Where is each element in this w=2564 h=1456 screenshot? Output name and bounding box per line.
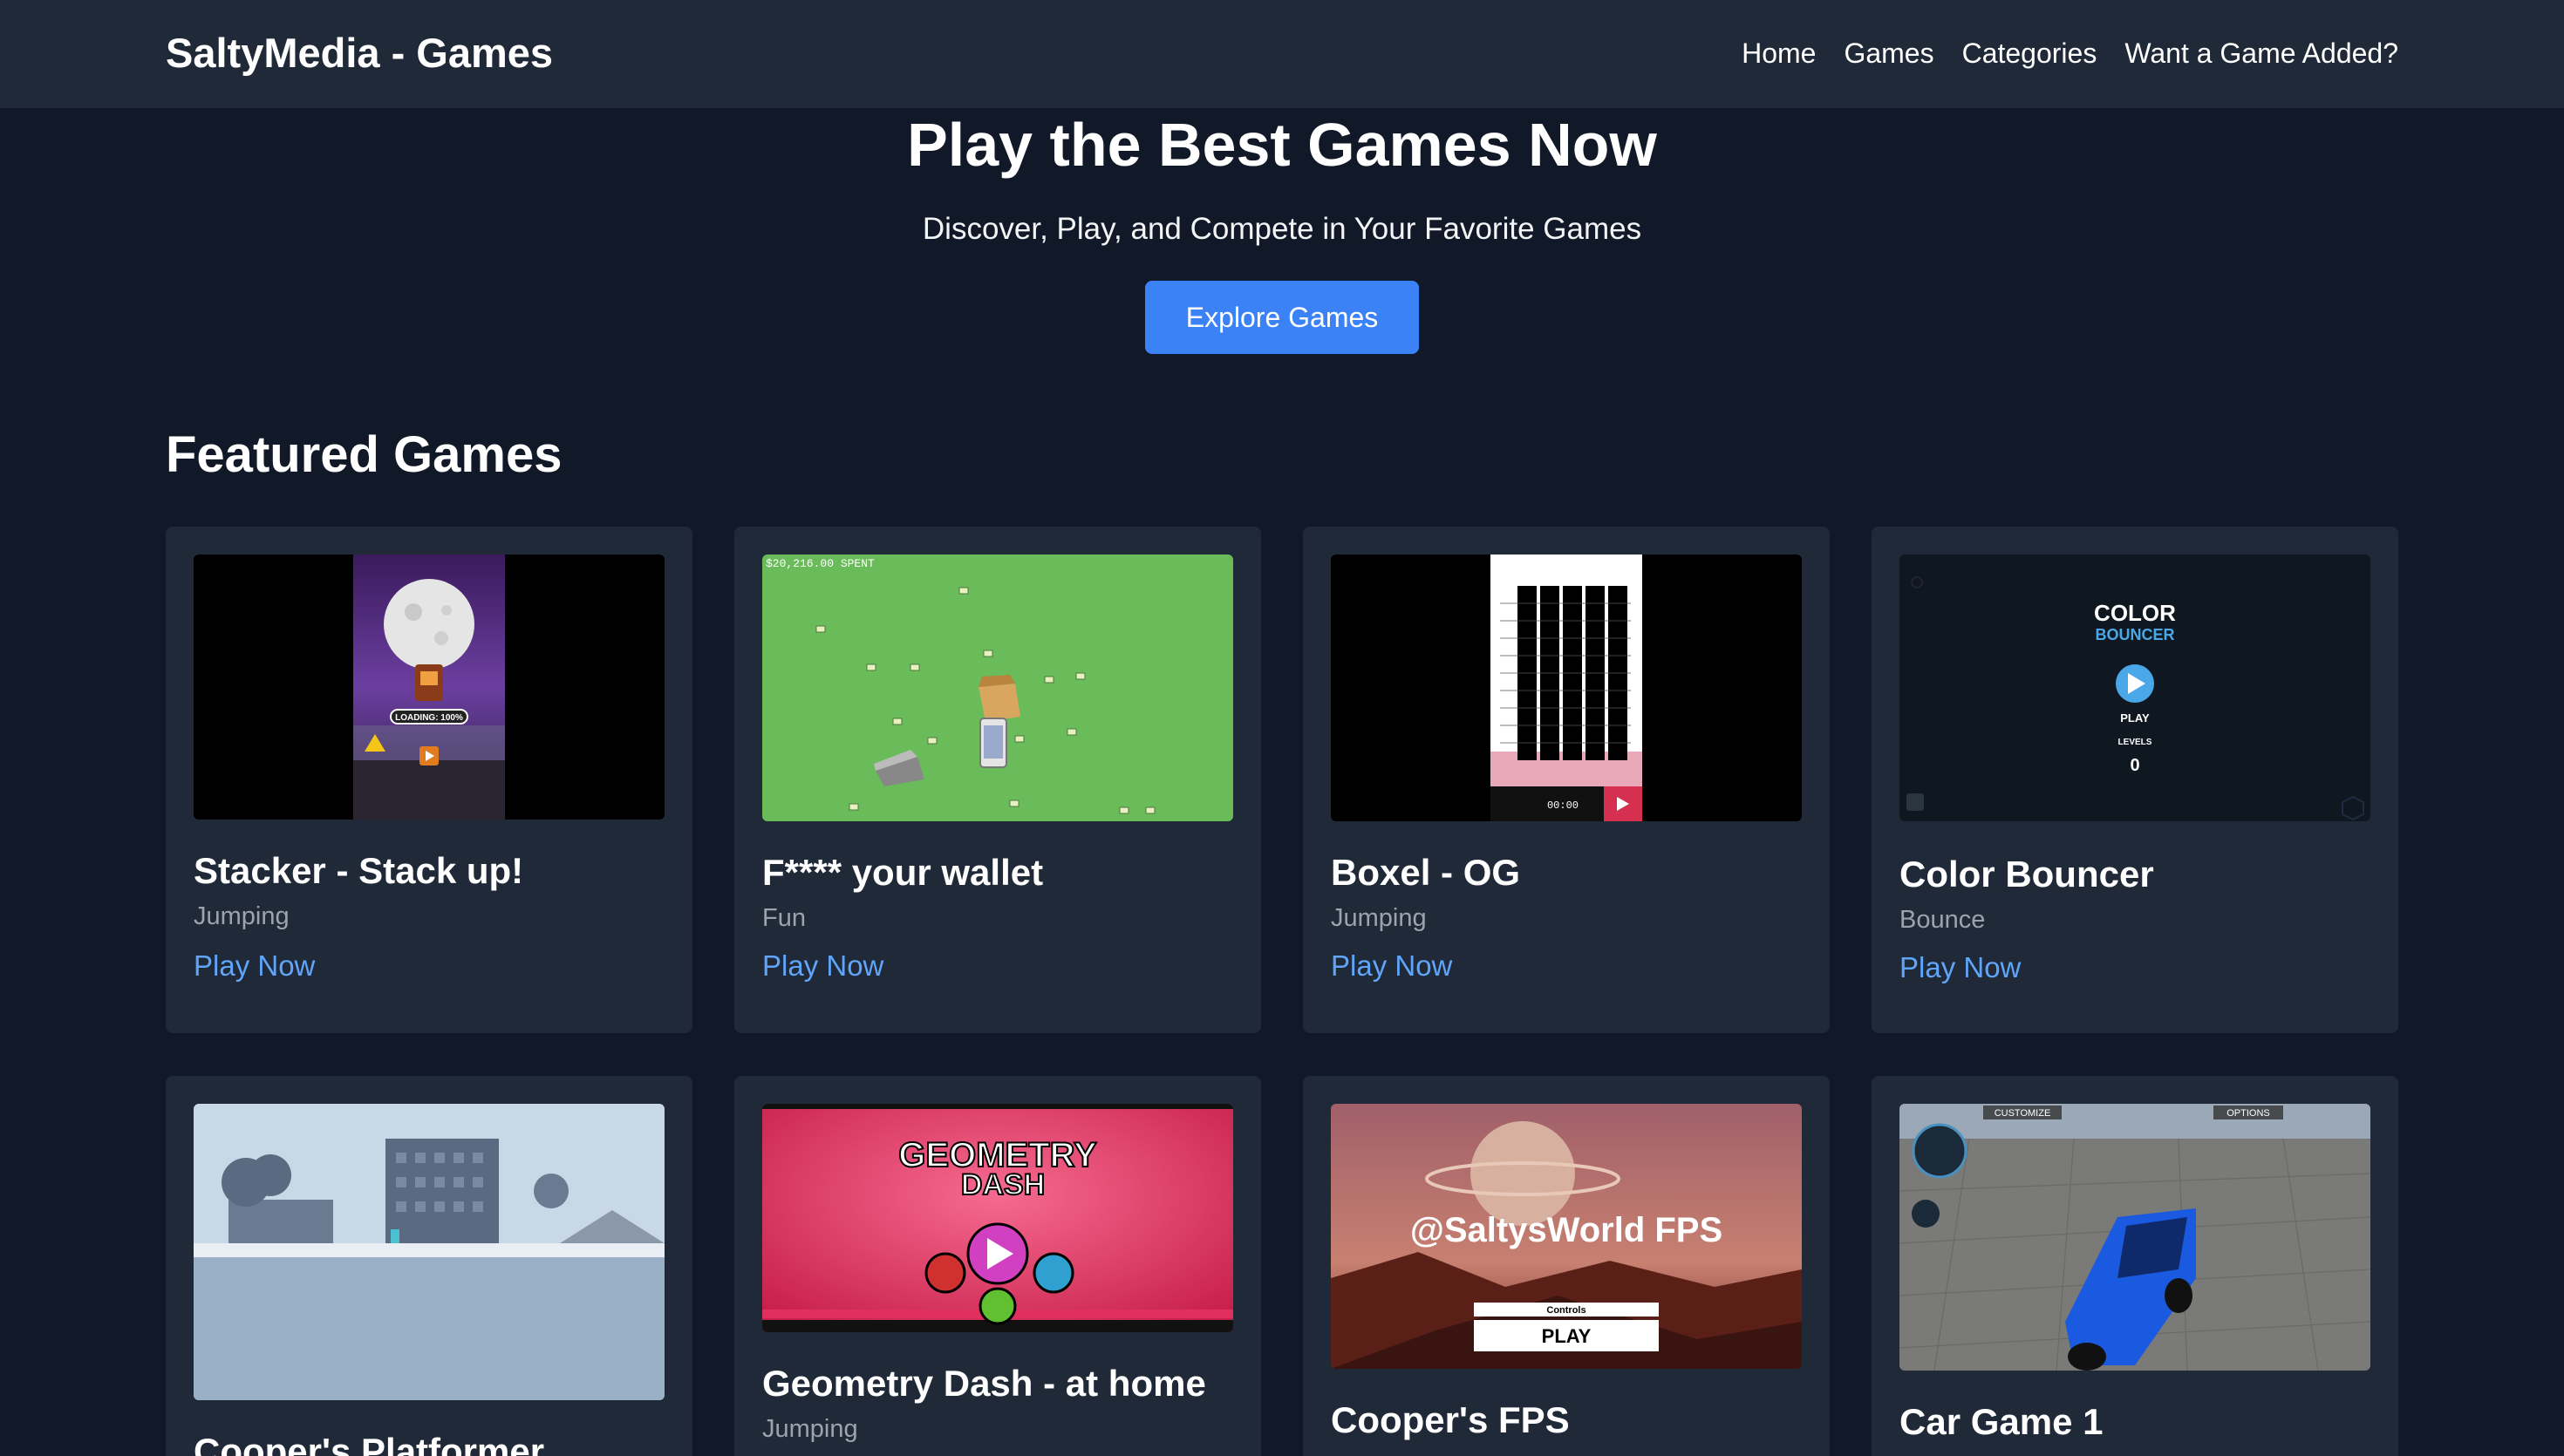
svg-text:Controls: Controls [1546,1305,1585,1316]
svg-text:PLAY: PLAY [1542,1325,1592,1347]
game-thumbnail-car-game[interactable]: CUSTOMIZE OPTIONS [1899,1104,2370,1371]
nav-links: Home Games Categories Want a Game Added? [1742,33,2398,73]
thumb-spent-text: $20,216.00 SPENT [766,557,875,570]
game-category: Jumping [1331,904,1427,932]
thumb-timer-text: 00:00 [1547,799,1579,812]
game-card: GEOMETRY DASH Geometry Dash - at home Ju… [734,1076,1261,1456]
play-now-link[interactable]: Play Now [1899,949,2021,987]
site-brand[interactable]: SaltyMedia - Games [166,28,553,78]
game-title: Geometry Dash - at home [762,1363,1206,1404]
nav-request-game-link[interactable]: Want a Game Added? [2124,33,2398,73]
featured-games-heading: Featured Games [166,426,563,483]
play-now-link[interactable]: Play Now [194,947,315,985]
svg-text:COLOR: COLOR [2094,600,2176,626]
game-title: Boxel - OG [1331,852,1521,893]
top-navbar: SaltyMedia - Games Home Games Categories… [0,0,2564,108]
game-card: CUSTOMIZE OPTIONS Car Game 1 [1872,1076,2398,1456]
game-category: Jumping [762,1415,858,1443]
svg-text:PLAY: PLAY [2120,711,2150,725]
game-card: COLOR BOUNCER PLAY LEVELS 0 Color Bounce… [1872,527,2398,1033]
thumb-loading-text: LOADING: 100% [395,713,463,723]
game-card: 00:00 Boxel - OG Jumping Play Now [1303,527,1830,1033]
nav-home-link[interactable]: Home [1742,33,1816,73]
svg-text:BOUNCER: BOUNCER [2095,626,2174,643]
svg-text:0: 0 [2130,756,2139,775]
hero-title: Play the Best Games Now [907,111,1657,179]
game-title: F**** your wallet [762,852,1044,893]
game-category: Bounce [1899,906,1986,934]
game-card: Cooper's Platformer [166,1076,692,1456]
svg-text:@SaltysWorld FPS: @SaltysWorld FPS [1410,1211,1722,1249]
hero-subtitle: Discover, Play, and Compete in Your Favo… [922,212,1642,246]
game-thumbnail-stacker[interactable]: LOADING: 100% [194,555,665,820]
play-now-link[interactable]: Play Now [1331,947,1452,985]
game-title: Cooper's Platformer [194,1431,545,1456]
game-category: Jumping [194,902,290,930]
game-thumbnail-wallet[interactable]: $20,216.00 SPENT [762,555,1233,821]
game-title: Stacker - Stack up! [194,850,524,891]
game-thumbnail-geometry-dash[interactable]: GEOMETRY DASH [762,1104,1233,1332]
explore-games-button[interactable]: Explore Games [1145,281,1419,354]
svg-text:OPTIONS: OPTIONS [2226,1108,2270,1119]
play-now-link[interactable]: Play Now [762,947,883,985]
game-thumbnail-platformer[interactable] [194,1104,665,1400]
game-thumbnail-color-bouncer[interactable]: COLOR BOUNCER PLAY LEVELS 0 [1899,555,2370,821]
game-title: Car Game 1 [1899,1401,2104,1442]
nav-categories-link[interactable]: Categories [1962,33,2097,73]
game-category: Fun [762,904,806,932]
nav-games-link[interactable]: Games [1844,33,1933,73]
svg-text:DASH: DASH [961,1168,1045,1201]
game-thumbnail-boxel[interactable]: 00:00 [1331,555,1802,821]
svg-text:LEVELS: LEVELS [2118,738,2152,747]
game-card: $20,216.00 SPENT F**** your wallet Fun P… [734,527,1261,1033]
game-card: @SaltysWorld FPS Controls PLAY Cooper's … [1303,1076,1830,1456]
game-title: Cooper's FPS [1331,1399,1570,1440]
game-thumbnail-fps[interactable]: @SaltysWorld FPS Controls PLAY [1331,1104,1802,1369]
svg-text:CUSTOMIZE: CUSTOMIZE [1995,1108,2051,1119]
game-card: LOADING: 100% Stacker - Stack up! Jumpin… [166,527,692,1033]
game-title: Color Bouncer [1899,854,2154,895]
